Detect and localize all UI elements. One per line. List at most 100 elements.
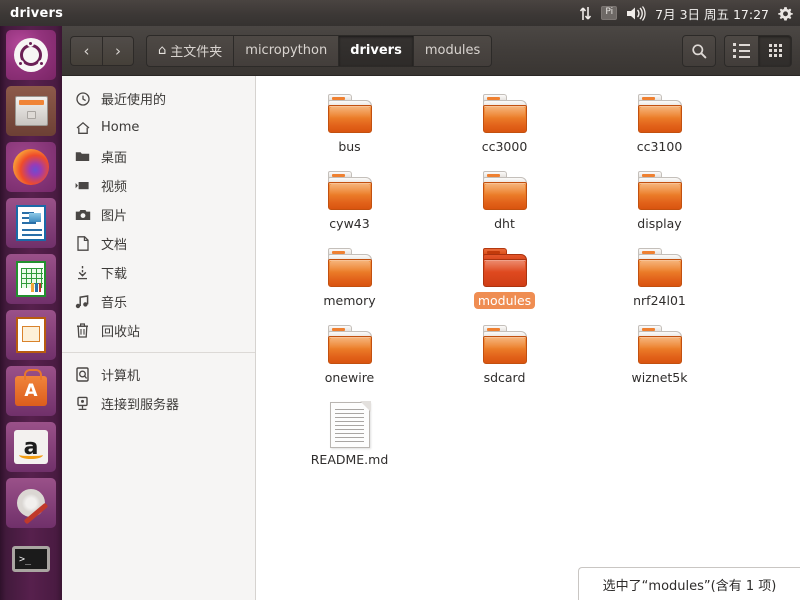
- launcher-item-terminal-icon[interactable]: >_: [6, 534, 56, 584]
- file-item[interactable]: nrf24l01: [582, 244, 737, 321]
- folder-icon: [481, 171, 529, 211]
- folder-icon: [636, 171, 684, 211]
- search-button[interactable]: [682, 34, 716, 67]
- file-manager-window: ‹ › ⌂ 主文件夹 micropython drivers modules 最…: [62, 26, 800, 600]
- folder-icon: [326, 171, 374, 211]
- breadcrumb-item-modules[interactable]: modules: [412, 34, 493, 67]
- downloads-icon: [74, 265, 91, 280]
- music-icon: [74, 294, 91, 309]
- breadcrumb-item-home[interactable]: ⌂ 主文件夹: [146, 34, 234, 67]
- firefox-glyph: [13, 149, 49, 185]
- file-item[interactable]: wiznet5k: [582, 321, 737, 398]
- writer-image-glyph: [29, 213, 41, 222]
- pi-indicator[interactable]: Pi: [601, 0, 618, 26]
- sidebar-item-label: 视频: [101, 180, 128, 195]
- file-item[interactable]: dht: [427, 167, 582, 244]
- launcher-item-files-icon[interactable]: [6, 86, 56, 136]
- breadcrumb: ⌂ 主文件夹 micropython drivers modules: [146, 34, 493, 67]
- sidebar-item-videos[interactable]: 视频: [62, 171, 255, 200]
- connect-to-server-icon: [74, 396, 91, 411]
- breadcrumb-item-drivers[interactable]: drivers: [338, 34, 413, 67]
- sidebar-item-desktop[interactable]: 桌面: [62, 142, 255, 171]
- text-file-icon: [329, 401, 371, 448]
- status-bar-text: 选中了“modules”(含有 1 项): [602, 578, 777, 594]
- file-item[interactable]: cc3100: [582, 90, 737, 167]
- file-item-selected[interactable]: modules: [427, 244, 582, 321]
- computer-icon: [74, 367, 91, 382]
- sidebar-item-label: 文档: [101, 238, 128, 253]
- launcher-item-libreoffice-calc-icon[interactable]: [6, 254, 56, 304]
- file-item-label: cyw43: [329, 216, 370, 231]
- launcher-item-libreoffice-impress-icon[interactable]: [6, 310, 56, 360]
- sidebar-item-pictures[interactable]: 图片: [62, 200, 255, 229]
- home-icon: [74, 121, 91, 135]
- file-item-label: sdcard: [483, 370, 526, 385]
- sidebar-item-computer[interactable]: 计算机: [62, 360, 255, 389]
- file-cabinet-glyph: [14, 96, 48, 126]
- file-item[interactable]: cyw43: [272, 167, 427, 244]
- sidebar-item-music[interactable]: 音乐: [62, 287, 255, 316]
- folder-icon: [481, 94, 529, 134]
- breadcrumb-label: 主文件夹: [170, 45, 223, 60]
- sidebar-item-trash[interactable]: 回收站: [62, 316, 255, 345]
- gear-icon[interactable]: [778, 0, 793, 26]
- sidebar-item-label: 最近使用的: [101, 93, 167, 108]
- file-item[interactable]: cc3000: [427, 90, 582, 167]
- sidebar-item-connect-to-server[interactable]: 连接到服务器: [62, 389, 255, 418]
- places-sidebar: 最近使用的 Home 桌面 视频 图片 文档 下载 音乐 回收站 计算机 连接到…: [62, 76, 256, 600]
- top-panel: drivers Pi 7月 3日 周五 17:27: [0, 0, 800, 26]
- launcher-item-libreoffice-writer-icon[interactable]: [6, 198, 56, 248]
- volume-glyph: [627, 5, 646, 21]
- gear-glyph: [778, 6, 793, 21]
- calc-chart-glyph: [31, 283, 41, 292]
- file-item-label: wiznet5k: [631, 370, 688, 385]
- file-item[interactable]: display: [582, 167, 737, 244]
- back-button[interactable]: ‹: [70, 35, 102, 66]
- toolbar-right-controls: [682, 34, 792, 67]
- file-item[interactable]: bus: [272, 90, 427, 167]
- volume-icon[interactable]: [626, 0, 646, 26]
- list-view-icon: [733, 43, 750, 58]
- launcher-item-amazon-icon[interactable]: a: [6, 422, 56, 472]
- videos-icon: [74, 180, 91, 191]
- sidebar-item-label: 图片: [101, 209, 128, 224]
- folder-icon: [636, 94, 684, 134]
- sidebar-item-downloads[interactable]: 下载: [62, 258, 255, 287]
- sidebar-item-home[interactable]: Home: [62, 113, 255, 142]
- file-icon-view[interactable]: bus cc3000 cc3100 cyw43 dht display memo…: [256, 76, 800, 600]
- forward-button[interactable]: ›: [102, 35, 134, 66]
- sidebar-item-label: 连接到服务器: [101, 398, 180, 413]
- desktop-root: drivers Pi 7月 3日 周五 17:27 A a >_ ‹ › ⌂ 主…: [0, 0, 800, 600]
- list-view-button[interactable]: [724, 34, 758, 67]
- calc-sheet-glyph: [16, 261, 46, 297]
- network-transfer-icon[interactable]: [579, 0, 592, 26]
- pictures-camera-icon: [74, 209, 91, 221]
- folder-icon: [326, 325, 374, 365]
- folder-icon: [481, 248, 529, 288]
- sidebar-item-label: Home: [101, 120, 140, 135]
- sidebar-item-recent[interactable]: 最近使用的: [62, 84, 255, 113]
- file-item-label: memory: [323, 293, 376, 308]
- status-bar: 选中了“modules”(含有 1 项): [578, 567, 800, 600]
- amazon-glyph: a: [14, 430, 48, 464]
- file-manager-toolbar: ‹ › ⌂ 主文件夹 micropython drivers modules: [62, 26, 800, 76]
- impress-slide-glyph: [16, 317, 46, 353]
- file-item[interactable]: README.md: [272, 398, 427, 475]
- file-item[interactable]: onewire: [272, 321, 427, 398]
- search-icon: [692, 43, 707, 58]
- sidebar-item-documents[interactable]: 文档: [62, 229, 255, 258]
- ubuntu-dot-right: [38, 60, 45, 67]
- file-item-label: display: [637, 216, 682, 231]
- software-letter: A: [24, 381, 38, 401]
- file-item-label: nrf24l01: [633, 293, 686, 308]
- sidebar-item-label: 音乐: [101, 296, 128, 311]
- launcher-item-ubuntu-software-icon[interactable]: A: [6, 366, 56, 416]
- launcher-item-firefox-icon[interactable]: [6, 142, 56, 192]
- clock[interactable]: 7月 3日 周五 17:27: [655, 4, 769, 23]
- breadcrumb-item-micropython[interactable]: micropython: [233, 34, 339, 67]
- icon-view-button[interactable]: [758, 34, 792, 67]
- file-item[interactable]: memory: [272, 244, 427, 321]
- launcher-item-system-settings-icon[interactable]: [6, 478, 56, 528]
- file-item[interactable]: sdcard: [427, 321, 582, 398]
- launcher-item-ubuntu-dash-icon[interactable]: [6, 30, 56, 80]
